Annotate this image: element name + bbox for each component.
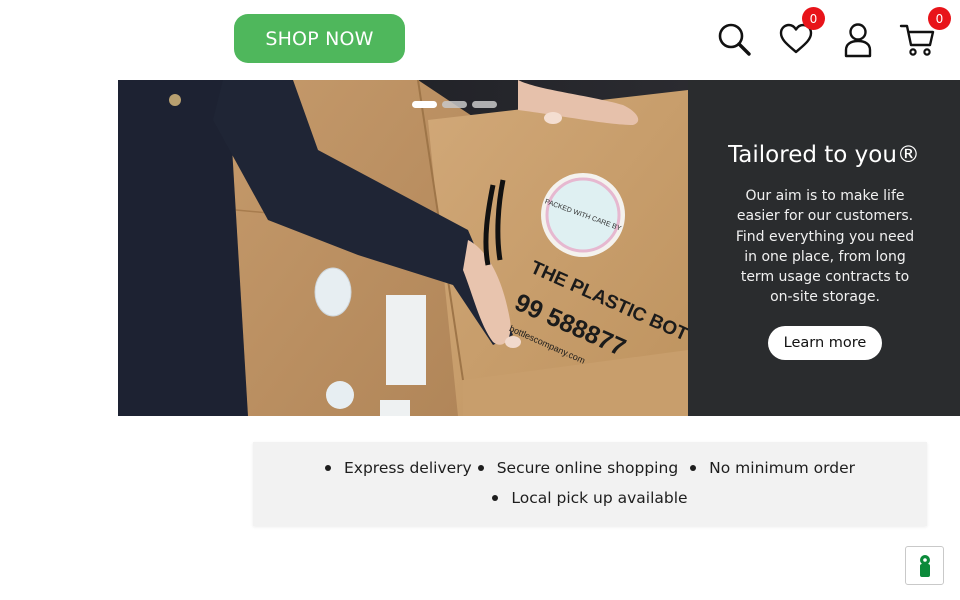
feature-label: Secure online shopping — [496, 459, 679, 477]
hero-info-panel: Tailored to you® Our aim is to make life… — [688, 80, 960, 416]
features-bar: Express delivery Secure online shopping … — [253, 442, 927, 526]
features-row-1: Express delivery Secure online shopping … — [253, 459, 927, 477]
learn-more-button[interactable]: Learn more — [768, 326, 882, 360]
cart-count-badge: 0 — [928, 7, 951, 30]
feature-label: No minimum order — [709, 459, 855, 477]
wishlist-count-badge: 0 — [802, 7, 825, 30]
hero-banner: PACKED WITH CARE BY THE PLASTIC BOTTLES … — [118, 80, 960, 416]
bullet-icon — [492, 495, 499, 501]
hero-title: Tailored to you® — [728, 142, 920, 168]
feature-item: No minimum order — [690, 459, 855, 477]
carousel-dots — [412, 101, 497, 108]
user-icon[interactable] — [843, 22, 873, 58]
feature-item: Secure online shopping — [477, 459, 679, 477]
feature-item: Local pick up available — [492, 489, 688, 507]
bullet-icon — [690, 465, 697, 471]
carousel-dot-2[interactable] — [442, 101, 467, 108]
features-row-2: Local pick up available — [253, 489, 927, 507]
bullet-icon — [477, 465, 484, 471]
carousel-dot-3[interactable] — [472, 101, 497, 108]
feature-item: Express delivery — [325, 459, 472, 477]
search-icon[interactable] — [717, 22, 753, 58]
carousel-dot-1[interactable] — [412, 101, 437, 108]
bullet-icon — [325, 465, 331, 471]
hero-description: Our aim is to make life easier for our c… — [735, 188, 915, 306]
site-header: SHOP NOW 0 0 — [0, 0, 960, 80]
hero-photo-boxes: PACKED WITH CARE BY THE PLASTIC BOTTLES … — [118, 80, 771, 416]
accessibility-button[interactable] — [905, 546, 944, 585]
accessibility-icon — [919, 554, 930, 577]
shop-now-button[interactable]: SHOP NOW — [234, 14, 405, 63]
feature-label: Local pick up available — [511, 489, 688, 507]
feature-label: Express delivery — [344, 459, 472, 477]
